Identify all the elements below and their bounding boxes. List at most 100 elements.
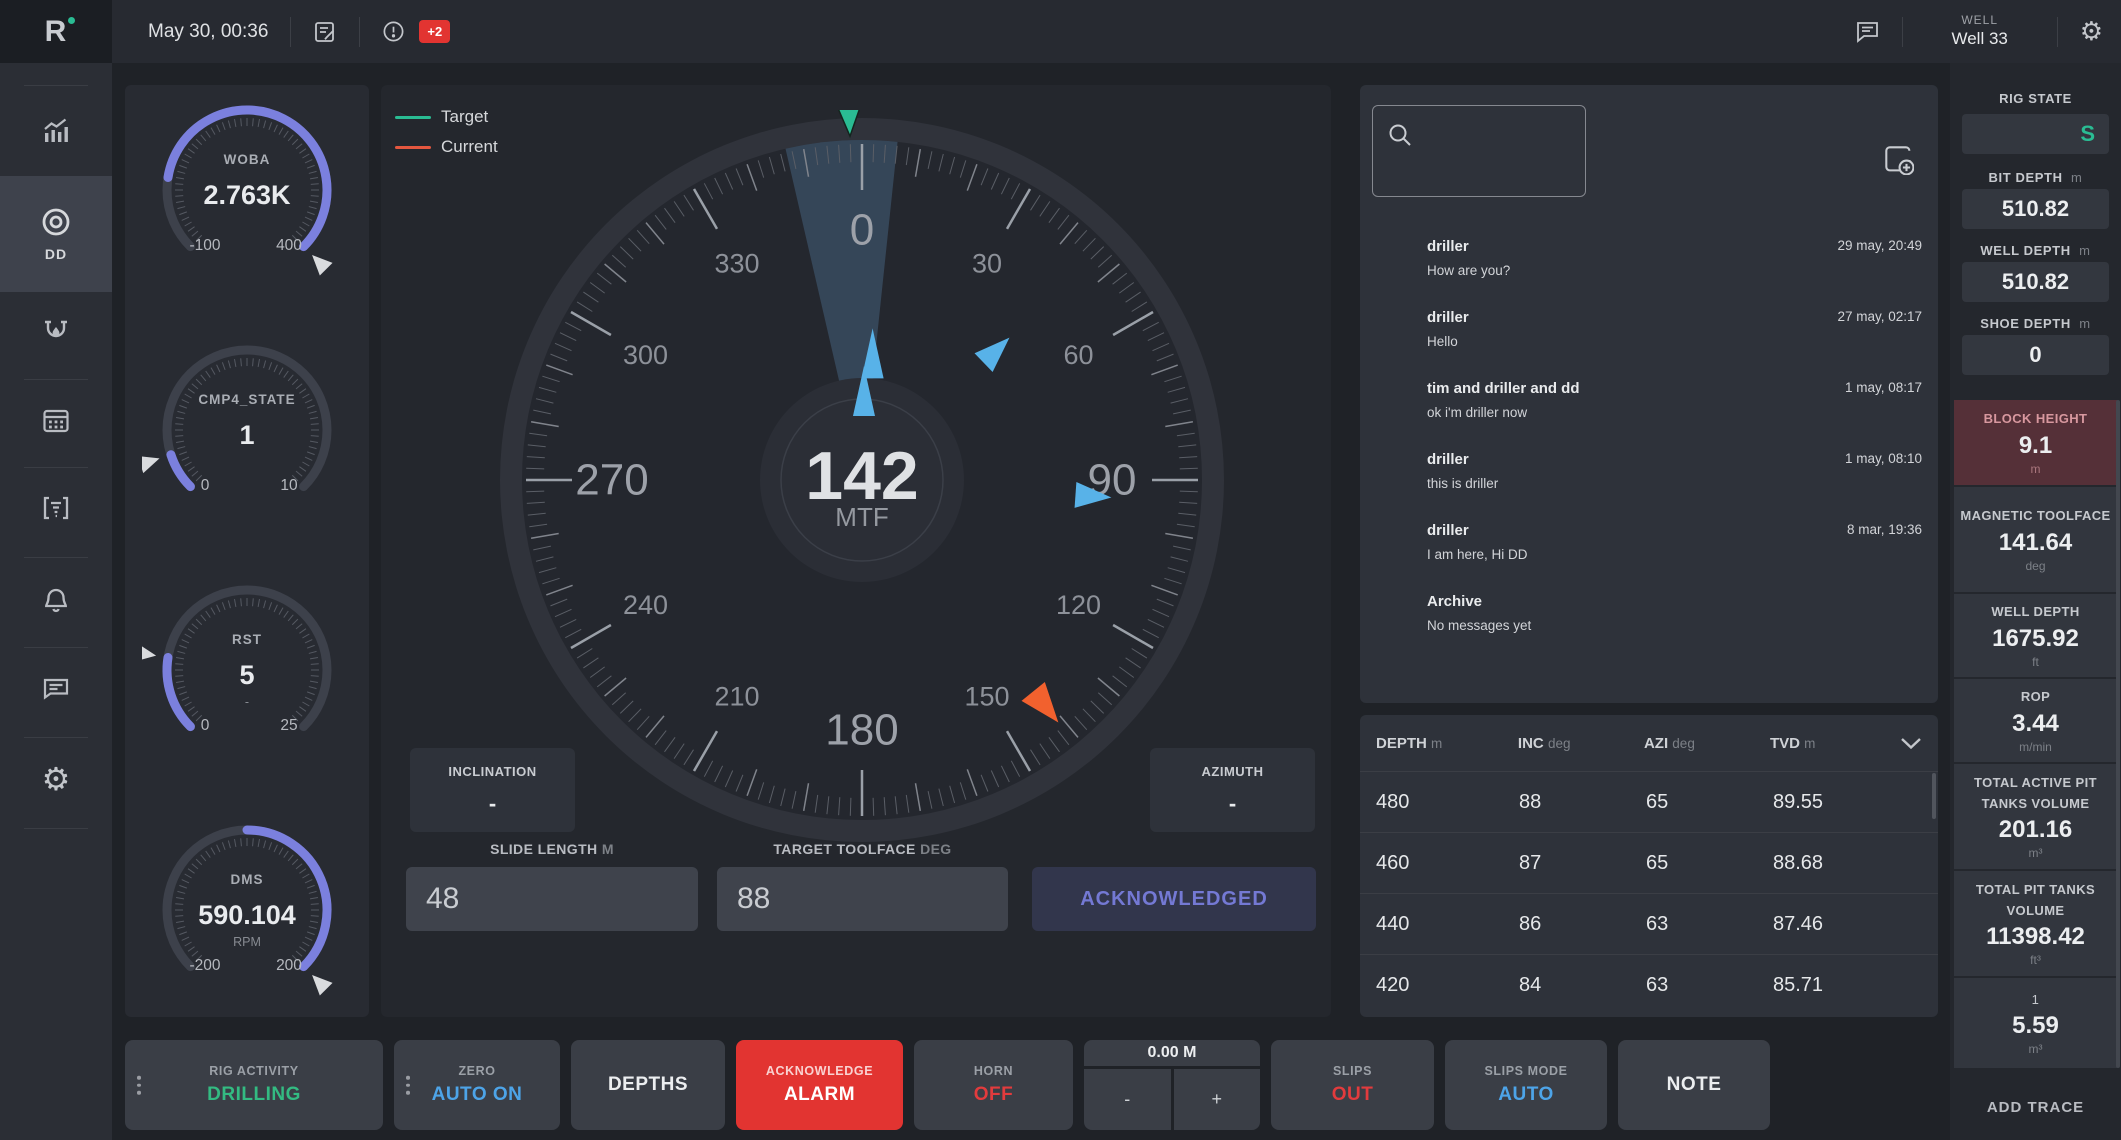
sidebar-item-analytics[interactable] <box>0 118 112 144</box>
sidebar-item-settings[interactable]: ⚙ <box>0 763 112 795</box>
rig-state-value: S <box>1962 114 2109 154</box>
divider <box>359 17 360 47</box>
bottom-control-bar: RIG ACTIVITY DRILLING ZERO AUTO ON DEPTH… <box>125 1040 1770 1130</box>
acknowledge-alarm-button[interactable]: ACKNOWLEDGE ALARM <box>736 1040 903 1130</box>
svg-text:-100: -100 <box>189 237 220 254</box>
target-toolface-label: TARGET TOOLFACE DEG <box>717 841 1008 857</box>
trace-total-pit[interactable]: TOTAL PIT TANKS VOLUME 11398.42 ft³ <box>1954 871 2117 976</box>
rig-activity-button[interactable]: RIG ACTIVITY DRILLING <box>125 1040 383 1130</box>
trace-block-height[interactable]: BLOCK HEIGHT 9.1 m <box>1954 400 2117 485</box>
current-legend-label: Current <box>441 137 498 157</box>
bit-depth-label: BIT DEPTH m <box>1950 170 2121 185</box>
shoe-depth-value: 0 <box>1962 335 2109 375</box>
sidebar-item-directional-drilling[interactable]: DD <box>0 176 112 292</box>
svg-text:0: 0 <box>201 717 210 734</box>
chat-icon[interactable] <box>1855 20 1880 43</box>
svg-text:400: 400 <box>276 237 302 254</box>
gauge-dms[interactable]: DMS590.104RPM-200200 <box>142 805 352 1015</box>
well-selector[interactable]: WELL Well 33 <box>1925 13 2035 49</box>
stepper-plus-button[interactable]: + <box>1174 1069 1261 1130</box>
svg-text:0: 0 <box>201 477 210 494</box>
zero-auto-button[interactable]: ZERO AUTO ON <box>394 1040 560 1130</box>
table-scrollbar[interactable] <box>1932 773 1936 819</box>
chat-list-item[interactable]: driller this is driller 1 may, 08:10 <box>1427 451 1922 513</box>
target-toolface-input[interactable]: 88 <box>717 867 1008 931</box>
azimuth-box: AZIMUTH - <box>1150 748 1315 832</box>
well-label: WELL <box>1925 13 2035 28</box>
svg-text:RST: RST <box>232 632 262 647</box>
table-row[interactable]: 480886589.55 <box>1360 771 1938 832</box>
bullseye-icon <box>40 206 72 238</box>
chat-list-item[interactable]: driller Hello 27 may, 02:17 <box>1427 309 1922 371</box>
well-depth-value: 510.82 <box>1962 262 2109 302</box>
acknowledged-button[interactable]: ACKNOWLEDGED <box>1032 867 1316 931</box>
svg-text:2.763K: 2.763K <box>203 180 291 210</box>
nav-sidebar: DD ⚙ <box>0 63 112 1140</box>
toolface-compass-dial[interactable]: 0306090120150180210240270300330142MTF <box>492 110 1232 850</box>
svg-text:210: 210 <box>714 682 759 712</box>
chat-search-input[interactable] <box>1372 105 1586 197</box>
chat-list-item[interactable]: driller How are you? 29 may, 20:49 <box>1427 238 1922 300</box>
svg-text:270: 270 <box>575 456 648 505</box>
inclination-value: - <box>410 791 575 817</box>
trace-total-active-pit[interactable]: TOTAL ACTIVE PIT TANKS VOLUME 201.16 m³ <box>1954 764 2117 869</box>
slips-button[interactable]: SLIPS OUT <box>1271 1040 1434 1130</box>
new-chat-icon[interactable] <box>1884 145 1914 175</box>
sidebar-item-notifications[interactable] <box>0 586 112 614</box>
trace-magnetic-toolface[interactable]: MAGNETIC TOOLFACE 141.64 deg <box>1954 487 2117 592</box>
chat-list-item[interactable]: driller I am here, Hi DD 8 mar, 19:36 <box>1427 522 1922 584</box>
add-trace-button[interactable]: ADD TRACE <box>1950 1099 2121 1116</box>
offset-stepper: 0.00 M - + <box>1084 1040 1260 1130</box>
svg-text:0: 0 <box>850 206 874 255</box>
trace-rop[interactable]: ROP 3.44 m/min <box>1954 679 2117 762</box>
sidebar-item-calendar[interactable] <box>0 407 112 434</box>
app-logo[interactable]: R <box>0 0 112 63</box>
trace-well-depth-ft[interactable]: WELL DEPTH 1675.92 ft <box>1954 594 2117 677</box>
depths-button[interactable]: DEPTHS <box>571 1040 725 1130</box>
slide-length-input[interactable]: 48 <box>406 867 698 931</box>
divider <box>1902 17 1903 47</box>
inclination-box: INCLINATION - <box>410 748 575 832</box>
gauge-rst[interactable]: RST5-025 <box>142 565 352 775</box>
note-button[interactable]: NOTE <box>1618 1040 1770 1130</box>
svg-text:WOBA: WOBA <box>224 152 271 167</box>
slide-length-label: SLIDE LENGTH M <box>406 841 698 857</box>
table-row[interactable]: 460876588.68 <box>1360 832 1938 893</box>
bit-depth-value: 510.82 <box>1962 189 2109 229</box>
alerts-count-badge[interactable]: +2 <box>419 20 450 43</box>
search-icon <box>1387 122 1413 148</box>
svg-text:590.104: 590.104 <box>198 900 296 930</box>
survey-table-panel: DEPTH m INC deg AZI deg TVD m 480886589.… <box>1360 715 1938 1017</box>
sidebar-item-messages[interactable] <box>0 676 112 701</box>
settings-gear-icon[interactable]: ⚙ <box>2080 19 2103 45</box>
gauges-panel: WOBA 2.763K -100 400 CMP4_STATE1010 RST5-02… <box>125 85 369 1017</box>
well-depth-label: WELL DEPTH m <box>1950 243 2121 258</box>
alerts-icon[interactable] <box>382 20 405 43</box>
drag-handle-icon[interactable] <box>137 1076 141 1095</box>
sidebar-item-mud[interactable] <box>0 316 112 346</box>
chat-panel: driller How are you? 29 may, 20:49 drill… <box>1360 85 1938 703</box>
chevron-down-icon[interactable] <box>1900 737 1922 750</box>
svg-text:-200: -200 <box>189 957 220 974</box>
target-legend-swatch <box>395 116 431 119</box>
chat-list-item[interactable]: tim and driller and dd ok i'm driller no… <box>1427 380 1922 442</box>
slips-mode-button[interactable]: SLIPS MODE AUTO <box>1445 1040 1607 1130</box>
svg-text:CMP4_STATE: CMP4_STATE <box>198 392 295 407</box>
notes-icon[interactable] <box>313 20 337 44</box>
horn-button[interactable]: HORN OFF <box>914 1040 1073 1130</box>
sidebar-item-label: DD <box>45 246 67 262</box>
table-row[interactable]: 440866387.46 <box>1360 893 1938 954</box>
svg-text:150: 150 <box>964 682 1009 712</box>
gauge-woba[interactable]: WOBA 2.763K -100 400 <box>142 85 352 295</box>
drag-handle-icon[interactable] <box>406 1076 410 1095</box>
stepper-minus-button[interactable]: - <box>1084 1069 1171 1130</box>
trace-1[interactable]: 1 5.59 m³ <box>1954 978 2117 1068</box>
divider <box>290 17 291 47</box>
gauge-cmp4-state[interactable]: CMP4_STATE1010 <box>142 325 352 535</box>
chat-list-item-archive[interactable]: Archive No messages yet <box>1427 593 1922 655</box>
divider <box>2057 17 2058 47</box>
current-legend-swatch <box>395 146 431 149</box>
sidebar-item-filter[interactable] <box>0 495 112 521</box>
traces-scrollbar[interactable] <box>2116 400 2120 1068</box>
table-row[interactable]: 420846385.71 <box>1360 954 1938 1015</box>
